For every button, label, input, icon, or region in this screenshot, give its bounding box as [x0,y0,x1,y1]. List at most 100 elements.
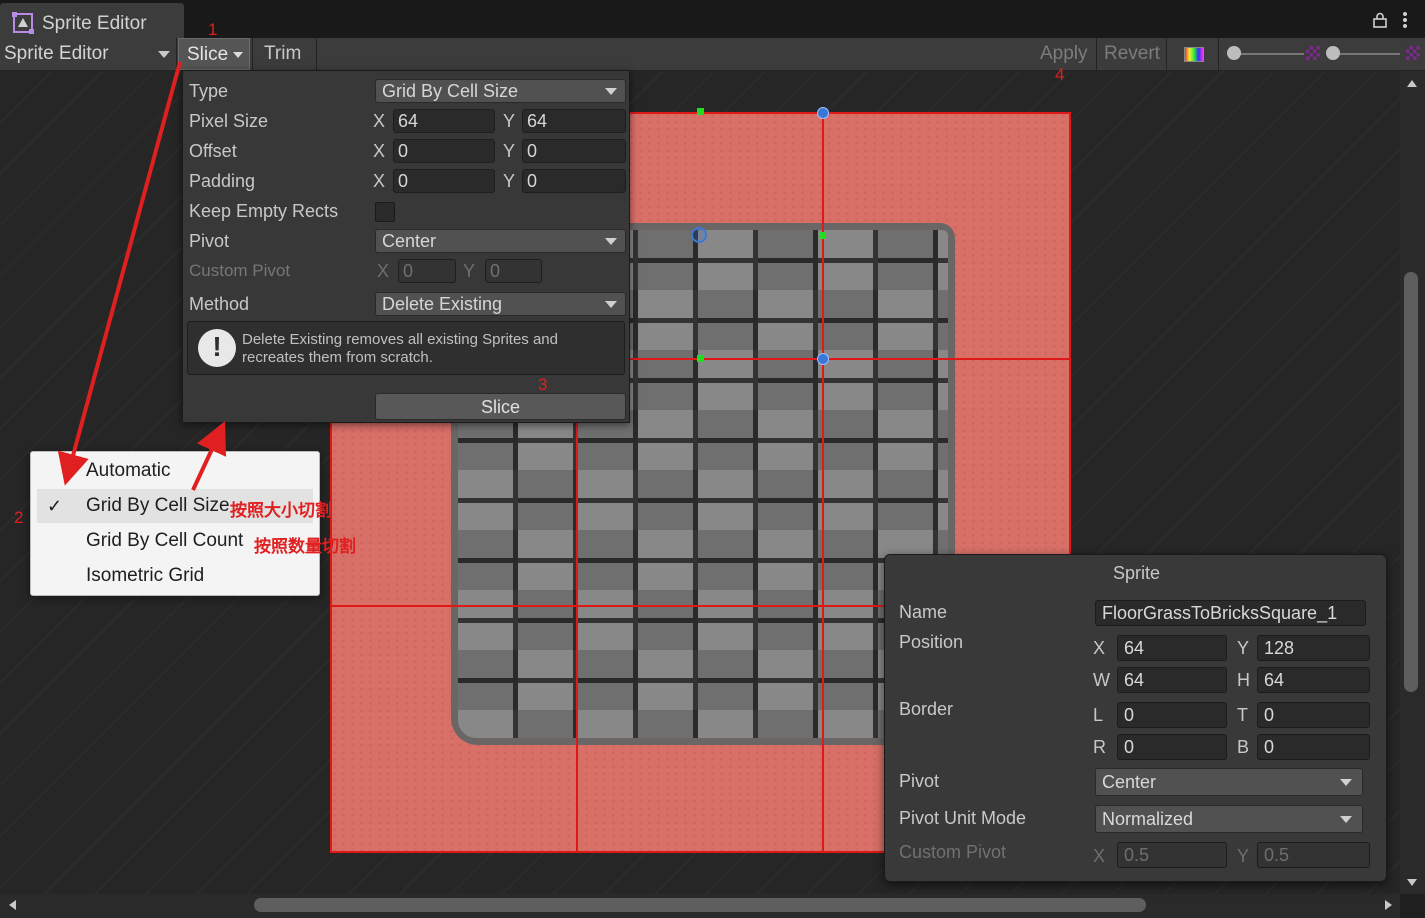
border-b-value: 0 [1264,737,1275,757]
border-l-field[interactable]: 0 [1117,702,1227,728]
position-y-value: 128 [1264,638,1295,658]
menu-item-isometric-grid[interactable]: Isometric Grid [31,558,319,593]
position-y-field[interactable]: 128 [1257,635,1370,661]
padding-x-value: 0 [398,171,409,191]
rect-handle[interactable] [817,353,829,365]
padding-label: Padding [189,171,256,191]
color-channel-icon[interactable] [1184,47,1204,62]
annotation-step-3: 3 [538,375,548,394]
editor-mode-dropdown[interactable]: Sprite Editor [4,43,109,65]
scroll-down-icon[interactable] [1407,879,1417,886]
rect-edge-handle[interactable] [819,232,826,239]
name-field[interactable]: FloorGrassToBricksSquare_1 [1095,600,1366,626]
padding-x-label: X [373,171,386,191]
border-r-label: R [1093,737,1106,757]
pivot-dropdown-value: Center [1102,772,1157,792]
mip-slider-track[interactable] [1330,53,1400,55]
custom-pivot-x-label: X [1093,846,1106,866]
custom-pivot-x-label: X [377,261,390,281]
zoom-slider-track[interactable] [1234,53,1304,55]
toolbar: Sprite Editor Slice Trim Apply Revert [0,38,1425,71]
menu-item-automatic[interactable]: Automatic [31,453,319,488]
padding-x-field[interactable]: 0 [393,169,495,193]
border-t-field[interactable]: 0 [1257,702,1370,728]
annotation-step-4: 4 [1055,65,1065,84]
menu-item-label: Grid By Cell Size [86,495,230,516]
border-r-field[interactable]: 0 [1117,734,1227,760]
border-t-value: 0 [1264,705,1275,725]
zoom-slider-handle[interactable] [1227,46,1241,60]
custom-pivot-y-field: 0 [485,259,542,283]
apply-button[interactable]: Apply [1040,43,1088,65]
pivot-label: Pivot [899,771,940,791]
chevron-down-icon [1340,779,1352,786]
pixel-size-y-label: Y [503,111,516,131]
horizontal-scroll-thumb[interactable] [254,898,1146,912]
pixel-size-label: Pixel Size [189,111,269,131]
help-box: ! Delete Existing removes all existing S… [187,321,625,375]
type-dropdown-menu: Automatic ✓ Grid By Cell Size Grid By Ce… [30,451,320,596]
offset-x-field[interactable]: 0 [393,139,495,163]
window-title: Sprite Editor [42,13,147,34]
vertical-scroll-thumb[interactable] [1404,272,1418,692]
keep-empty-rects-label: Keep Empty Rects [189,201,339,221]
lock-icon[interactable] [1372,12,1388,28]
padding-y-field[interactable]: 0 [522,169,626,193]
pixel-size-x-label: X [373,111,386,131]
position-x-field[interactable]: 64 [1117,635,1227,661]
pivot-unit-mode-dropdown[interactable]: Normalized [1095,805,1363,833]
rect-edge-handle[interactable] [697,355,704,362]
custom-pivot-y-field: 0.5 [1257,842,1370,868]
scroll-left-icon[interactable] [9,900,16,910]
padding-y-label: Y [503,171,516,191]
scroll-right-icon[interactable] [1385,900,1392,910]
more-vertical-icon[interactable] [1400,10,1410,30]
window-tab[interactable]: Sprite Editor [0,3,184,38]
custom-pivot-y-label: Y [463,261,476,281]
rect-edge-handle[interactable] [697,108,704,115]
menu-item-label: Isometric Grid [86,565,205,586]
type-label: Type [189,81,229,101]
size-w-label: W [1093,670,1110,690]
method-dropdown[interactable]: Delete Existing [375,292,626,316]
slice-button[interactable]: Slice [375,393,626,420]
help-text: Delete Existing removes all existing Spr… [242,331,558,366]
type-dropdown[interactable]: Grid By Cell Size [375,79,626,103]
border-b-field[interactable]: 0 [1257,734,1370,760]
size-h-field[interactable]: 64 [1257,667,1370,693]
chevron-down-icon [605,301,617,308]
chevron-down-icon [1340,816,1352,823]
mipmap-icon [1306,46,1320,60]
position-y-label: Y [1237,638,1250,658]
custom-pivot-label: Custom Pivot [899,842,1007,862]
sprite-panel-title: Sprite [1112,563,1161,583]
revert-button[interactable]: Revert [1104,43,1160,65]
keep-empty-rects-checkbox[interactable] [375,202,395,222]
mip-slider-handle[interactable] [1326,46,1340,60]
name-label: Name [899,602,948,622]
custom-pivot-label: Custom Pivot [189,261,291,280]
scroll-up-icon[interactable] [1407,80,1417,87]
border-t-label: T [1237,705,1248,725]
trim-button[interactable]: Trim [264,43,301,65]
chevron-down-icon[interactable] [158,51,170,58]
mipmap-icon [1406,46,1420,60]
pivot-dropdown[interactable]: Center [1095,768,1363,796]
pixel-size-y-field[interactable]: 64 [522,109,626,133]
pivot-dropdown-value: Center [382,231,437,251]
custom-pivot-y-value: 0 [490,261,501,281]
size-w-value: 64 [1124,670,1145,690]
pivot-handle[interactable] [691,227,707,243]
pivot-dropdown[interactable]: Center [375,229,626,253]
size-w-field[interactable]: 64 [1117,667,1227,693]
custom-pivot-y-value: 0.5 [1264,845,1290,865]
padding-y-value: 0 [527,171,538,191]
position-label: Position [899,632,964,652]
rect-handle[interactable] [817,107,829,119]
annotation-by-count: 按照数量切割 [254,537,356,556]
offset-y-field[interactable]: 0 [522,139,626,163]
pixel-size-y-value: 64 [527,111,548,131]
pixel-size-x-field[interactable]: 64 [393,109,495,133]
slice-dropdown-button[interactable]: Slice [178,38,250,70]
chevron-down-icon [605,238,617,245]
